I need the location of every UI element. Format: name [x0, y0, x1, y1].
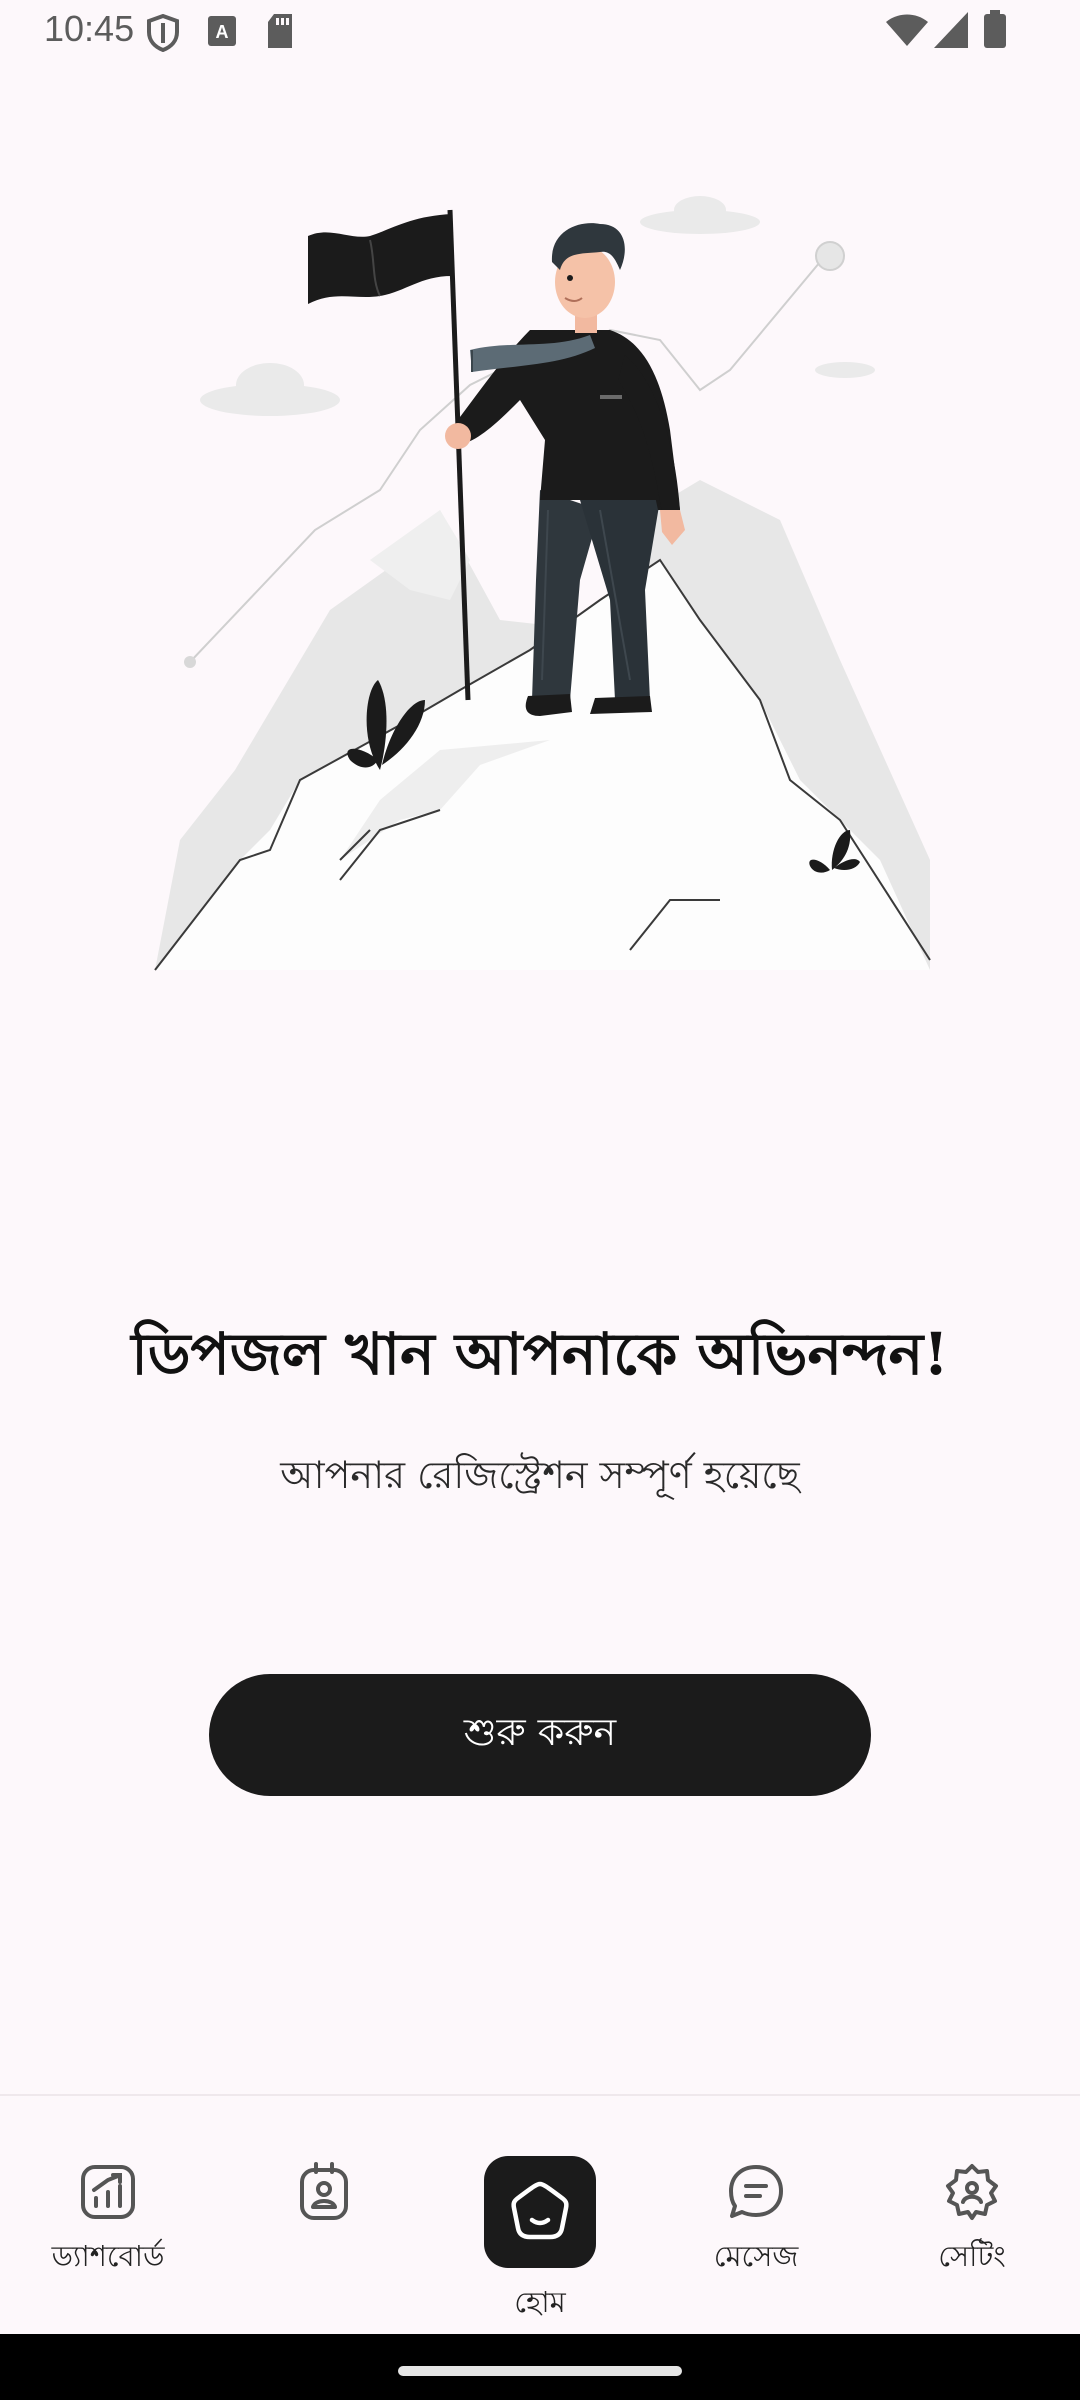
start-button[interactable]: শুরু করুন — [209, 1674, 871, 1796]
gesture-handle[interactable] — [398, 2366, 682, 2376]
wifi-icon — [886, 14, 928, 46]
congratulations-headline: ডিপজল খান আপনাকে অভিনন্দন! — [131, 1320, 949, 1388]
nav-item-profile[interactable] — [244, 2096, 404, 2336]
cell-signal-icon — [934, 12, 968, 48]
nav-item-home[interactable]: হোম — [460, 2096, 620, 2336]
text-a-icon: A — [208, 16, 236, 46]
home-active-indicator — [484, 2156, 596, 2268]
chart-up-icon — [81, 2165, 135, 2219]
chat-bubble-icon — [729, 2165, 783, 2218]
shield-icon — [147, 14, 179, 52]
id-badge-icon — [300, 2162, 348, 2220]
system-gesture-area — [0, 2334, 1080, 2400]
nav-item-dashboard[interactable]: ড্যাশবোর্ড — [28, 2096, 188, 2336]
mountain-summit-flag-illustration — [154, 196, 931, 971]
svg-text:A: A — [216, 22, 229, 42]
settings-gear-icon — [946, 2164, 998, 2220]
status-bar: 10:45 A — [0, 0, 1080, 64]
nav-item-messages[interactable]: মেসেজ — [676, 2096, 836, 2336]
nav-item-settings[interactable]: সেটিং — [892, 2096, 1052, 2336]
nav-label-settings: সেটিং — [938, 2239, 1006, 2273]
home-icon — [511, 2181, 569, 2240]
sd-card-icon — [268, 14, 292, 48]
battery-icon — [984, 10, 1006, 48]
nav-label-messages: মেসেজ — [713, 2239, 799, 2273]
status-time: 10:45 — [44, 8, 135, 49]
nav-label-home: হোম — [514, 2285, 566, 2319]
registration-complete-message: আপনার রেজিস্ট্রেশন সম্পূর্ণ হয়েছে — [280, 1453, 800, 1497]
bottom-navigation: ড্যাশবোর্ড হোম মেসেজ সেটিং — [0, 2094, 1080, 2336]
nav-label-dashboard: ড্যাশবোর্ড — [51, 2239, 165, 2273]
